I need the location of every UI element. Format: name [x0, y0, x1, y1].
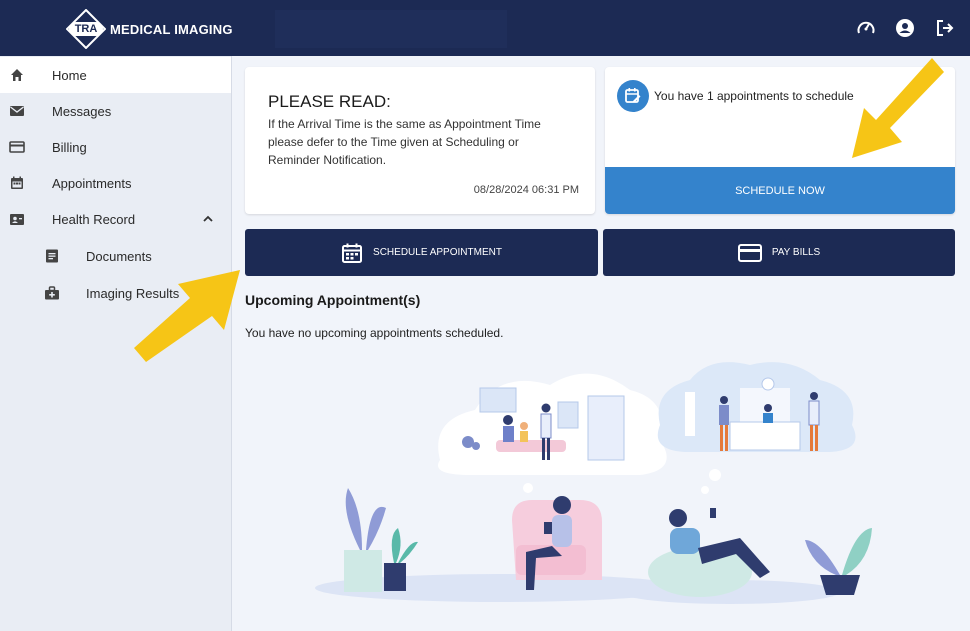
upcoming-appointments-empty-text: You have no upcoming appointments schedu… — [245, 326, 504, 340]
sidebar-item-billing[interactable]: Billing — [0, 129, 231, 165]
document-icon — [46, 249, 58, 263]
appointments-to-schedule-text: You have 1 appointments to schedule — [654, 89, 854, 103]
logo[interactable]: TRA MEDICAL IMAGING — [65, 8, 233, 50]
notice-card: PLEASE READ: If the Arrival Time is the … — [245, 67, 595, 214]
sidebar-item-label: Health Record — [52, 211, 136, 227]
sidebar-item-home[interactable]: Home — [0, 57, 231, 93]
sidebar-item-label: Appointments — [52, 175, 132, 191]
sidebar-item-appointments[interactable]: Appointments — [0, 165, 231, 201]
sidebar-item-messages[interactable]: Messages — [0, 93, 231, 129]
logo-text: MEDICAL IMAGING — [110, 21, 233, 37]
sidebar-item-label: Home — [52, 67, 87, 83]
calendar-edit-icon — [617, 80, 649, 112]
pay-bills-label: PAY BILLS — [771, 247, 821, 258]
account-icon[interactable] — [893, 16, 917, 40]
waiting-room-illustration — [315, 362, 872, 604]
medical-bag-icon — [45, 286, 59, 300]
logo-mark-icon: TRA — [65, 8, 107, 50]
header-blank-area — [275, 10, 507, 48]
mail-icon — [10, 106, 24, 116]
credit-card-icon — [737, 243, 762, 262]
schedule-appointment-button[interactable]: SCHEDULE APPOINTMENT — [245, 229, 598, 276]
top-bar: TRA MEDICAL IMAGING — [0, 0, 970, 56]
calendar-icon — [11, 176, 23, 189]
arrow-annotation-icon — [134, 270, 240, 362]
upcoming-appointments-title: Upcoming Appointment(s) — [245, 292, 421, 308]
health-record-icon — [10, 214, 24, 225]
notice-body: If the Arrival Time is the same as Appoi… — [268, 117, 541, 167]
chevron-up-icon[interactable] — [202, 213, 214, 225]
home-icon — [11, 69, 23, 81]
calendar-icon — [342, 243, 363, 263]
speedometer-icon[interactable] — [854, 16, 878, 40]
sidebar-item-health-record[interactable]: Health Record — [0, 201, 231, 237]
pay-bills-button[interactable]: PAY BILLS — [603, 229, 955, 276]
notice-date: 08/28/2024 06:31 PM — [473, 184, 579, 196]
schedule-appointment-label: SCHEDULE APPOINTMENT — [373, 247, 502, 258]
logo-mark-text: TRA — [74, 23, 98, 35]
notice-title: PLEASE READ: — [268, 92, 391, 111]
arrow-annotation-icon — [852, 58, 944, 158]
credit-card-icon — [9, 141, 25, 153]
logout-icon[interactable] — [933, 16, 957, 40]
sidebar-item-label: Messages — [52, 103, 112, 119]
sidebar-item-label: Billing — [52, 139, 87, 155]
schedule-now-button[interactable]: SCHEDULE NOW — [605, 167, 955, 214]
